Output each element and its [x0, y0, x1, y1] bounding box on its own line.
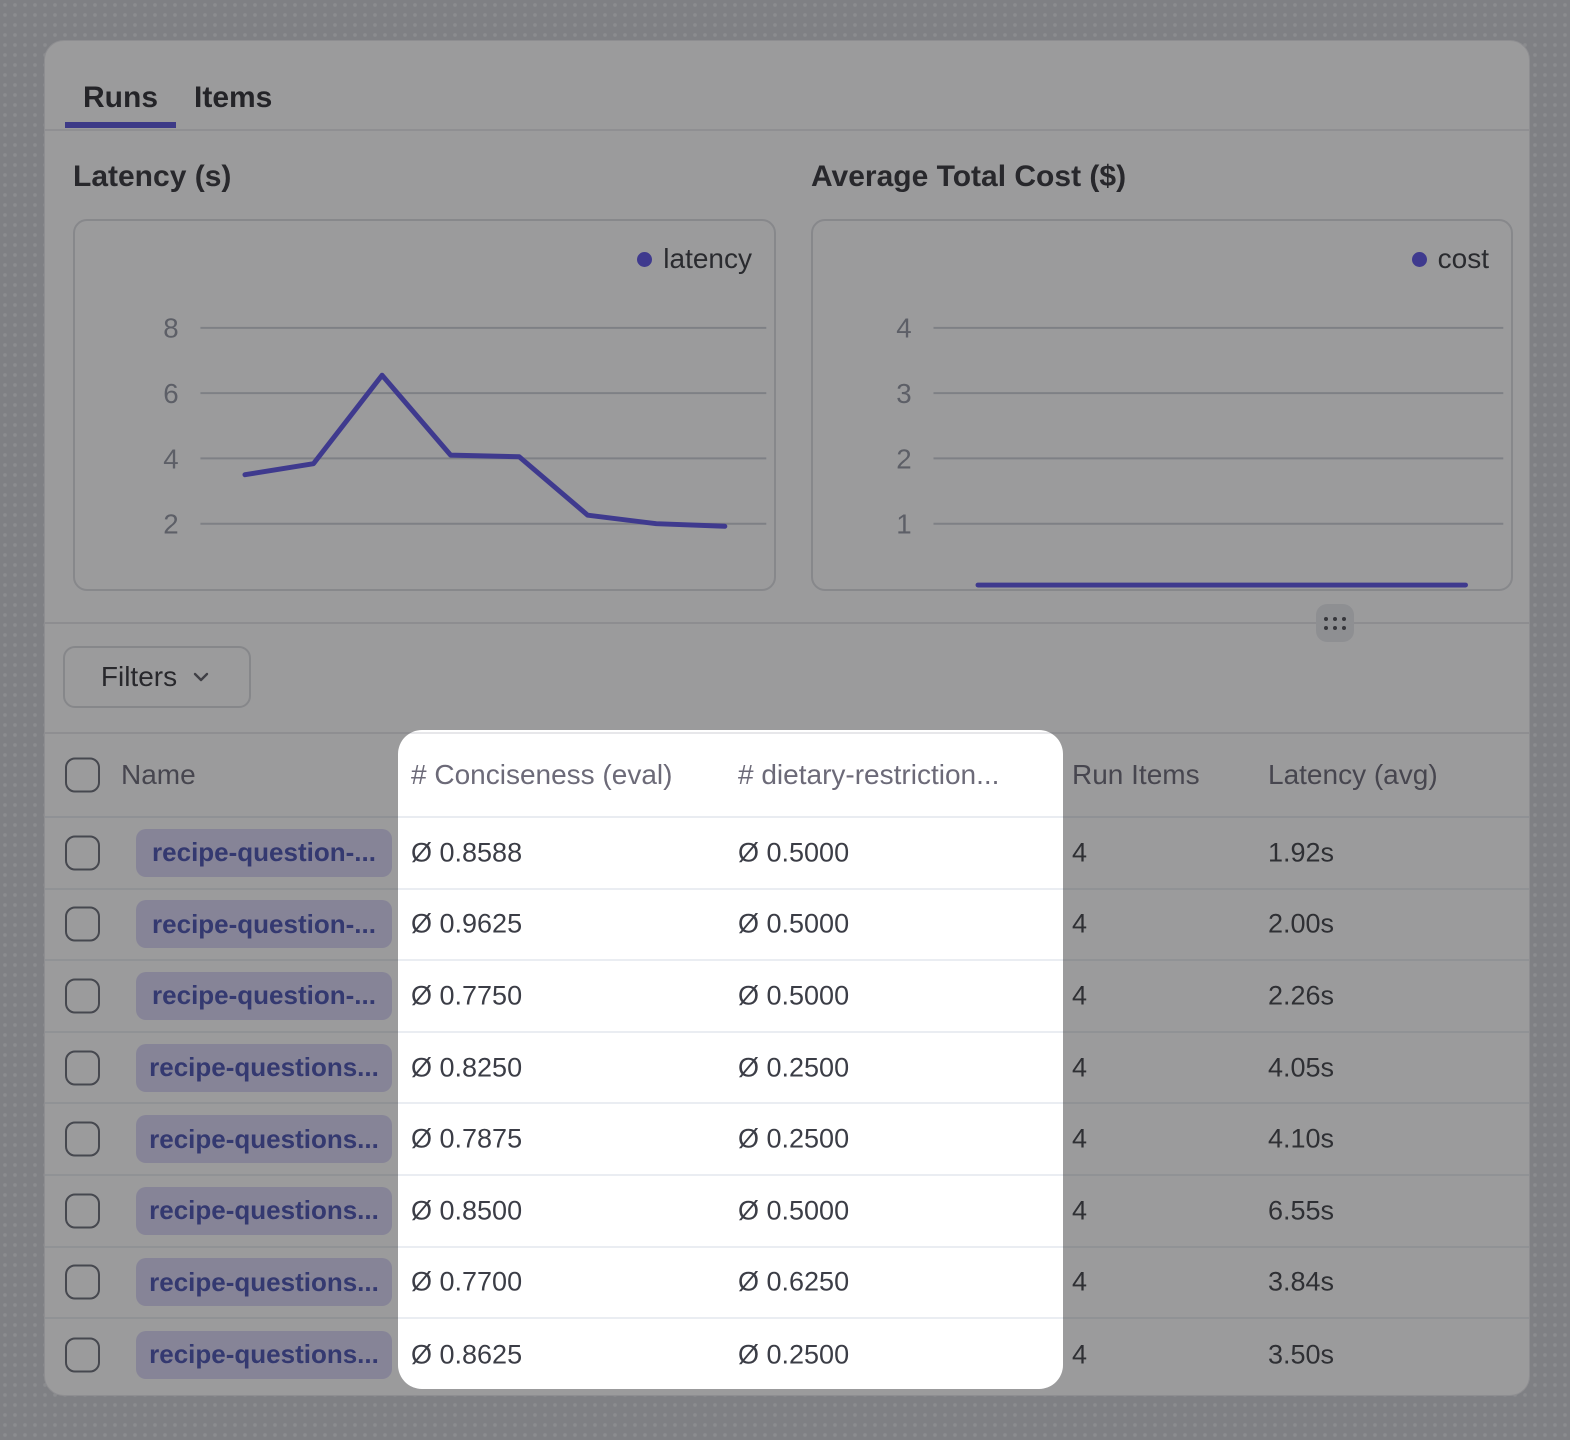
latency-chart: latency 8 6 4 2 — [73, 219, 776, 591]
row-checkbox[interactable] — [65, 1122, 100, 1157]
conciseness-score-cell: Ø 0.8625 — [411, 1339, 522, 1370]
latency-legend-label: latency — [663, 243, 752, 275]
row-checkbox[interactable] — [65, 1265, 100, 1300]
table-row[interactable]: recipe-questions... Ø 0.8250 Ø 0.2500 4 4.05… — [45, 1033, 1529, 1105]
dietary-restriction-score-cell: Ø 0.6250 — [738, 1267, 849, 1298]
column-header-name: Name — [121, 759, 196, 791]
runs-table: Name # Conciseness (eval) # dietary-rest… — [45, 732, 1529, 1395]
run-name-badge[interactable]: recipe-question-... — [136, 972, 392, 1020]
filters-button-label: Filters — [101, 661, 177, 693]
svg-text:2: 2 — [896, 443, 911, 474]
run-items-cell: 4 — [1072, 1052, 1087, 1083]
svg-text:8: 8 — [163, 313, 178, 344]
svg-text:6: 6 — [163, 378, 178, 409]
row-checkbox[interactable] — [65, 1193, 100, 1228]
conciseness-score-cell: Ø 0.8500 — [411, 1195, 522, 1226]
row-checkbox[interactable] — [65, 907, 100, 942]
dietary-restriction-score-cell: Ø 0.2500 — [738, 1052, 849, 1083]
table-row[interactable]: recipe-questions... Ø 0.7700 Ø 0.6250 4 3.84… — [45, 1248, 1529, 1320]
run-name-badge[interactable]: recipe-question-... — [136, 900, 392, 948]
run-items-cell: 4 — [1072, 980, 1087, 1011]
row-checkbox[interactable] — [65, 978, 100, 1013]
runs-panel: Runs Items Latency (s) Average Total Cos… — [44, 40, 1530, 1396]
latency-avg-cell: 6.55s — [1268, 1195, 1334, 1226]
table-row[interactable]: recipe-questions... Ø 0.8500 Ø 0.5000 4 6.55… — [45, 1176, 1529, 1248]
cost-chart-title: Average Total Cost ($) — [811, 160, 1126, 194]
dietary-restriction-score-cell: Ø 0.2500 — [738, 1339, 849, 1370]
charts-section-divider — [45, 622, 1529, 624]
cost-line-plot: 4 3 2 1 — [813, 221, 1511, 589]
latency-legend: latency — [637, 243, 752, 275]
row-checkbox[interactable] — [65, 1337, 100, 1372]
latency-avg-cell: 2.00s — [1268, 909, 1334, 940]
tabbar-divider — [45, 129, 1529, 131]
latency-legend-dot-icon — [637, 252, 652, 267]
latency-line-plot: 8 6 4 2 — [75, 221, 774, 589]
column-header-run-items: Run Items — [1072, 759, 1200, 791]
table-row[interactable]: recipe-question-... Ø 0.7750 Ø 0.5000 4 2.26… — [45, 961, 1529, 1033]
svg-text:3: 3 — [896, 378, 911, 409]
table-header-row: Name # Conciseness (eval) # dietary-rest… — [45, 734, 1529, 818]
dietary-restriction-score-cell: Ø 0.5000 — [738, 909, 849, 940]
row-checkbox[interactable] — [65, 835, 100, 870]
tab-runs[interactable]: Runs — [65, 67, 176, 128]
filters-button[interactable]: Filters — [63, 646, 251, 708]
conciseness-score-cell: Ø 0.8250 — [411, 1052, 522, 1083]
tab-runs-label: Runs — [83, 81, 158, 115]
run-name-badge[interactable]: recipe-question-... — [136, 829, 392, 877]
run-items-cell: 4 — [1072, 1339, 1087, 1370]
column-header-conciseness: # Conciseness (eval) — [411, 759, 672, 791]
table-row[interactable]: recipe-question-... Ø 0.9625 Ø 0.5000 4 2.00… — [45, 890, 1529, 962]
table-row[interactable]: recipe-question-... Ø 0.8588 Ø 0.5000 4 1.92… — [45, 818, 1529, 890]
table-row[interactable]: recipe-questions... Ø 0.7875 Ø 0.2500 4 4.10… — [45, 1104, 1529, 1176]
latency-avg-cell: 3.50s — [1268, 1339, 1334, 1370]
conciseness-score-cell: Ø 0.7750 — [411, 980, 522, 1011]
run-name-badge[interactable]: recipe-questions... — [136, 1187, 392, 1235]
latency-chart-title: Latency (s) — [73, 160, 231, 194]
cost-chart: cost 4 3 2 1 — [811, 219, 1513, 591]
dietary-restriction-score-cell: Ø 0.5000 — [738, 1195, 849, 1226]
svg-text:4: 4 — [163, 443, 178, 474]
cost-legend: cost — [1412, 243, 1489, 275]
latency-avg-cell: 1.92s — [1268, 837, 1334, 868]
latency-avg-cell: 4.10s — [1268, 1124, 1334, 1155]
dietary-restriction-score-cell: Ø 0.5000 — [738, 980, 849, 1011]
cost-legend-label: cost — [1438, 243, 1489, 275]
run-items-cell: 4 — [1072, 909, 1087, 940]
run-name-badge[interactable]: recipe-questions... — [136, 1258, 392, 1306]
grip-dots-icon — [1324, 617, 1346, 630]
cost-legend-dot-icon — [1412, 252, 1427, 267]
tab-items[interactable]: Items — [176, 67, 290, 128]
table-body: recipe-question-... Ø 0.8588 Ø 0.5000 4 1.92… — [45, 818, 1529, 1391]
conciseness-score-cell: Ø 0.7875 — [411, 1124, 522, 1155]
run-items-cell: 4 — [1072, 837, 1087, 868]
run-items-cell: 4 — [1072, 1124, 1087, 1155]
tab-items-label: Items — [194, 81, 272, 115]
run-items-cell: 4 — [1072, 1195, 1087, 1226]
row-checkbox[interactable] — [65, 1050, 100, 1085]
run-name-badge[interactable]: recipe-questions... — [136, 1115, 392, 1163]
svg-text:1: 1 — [896, 509, 911, 540]
latency-avg-cell: 3.84s — [1268, 1267, 1334, 1298]
latency-avg-cell: 4.05s — [1268, 1052, 1334, 1083]
conciseness-score-cell: Ø 0.9625 — [411, 909, 522, 940]
dietary-restriction-score-cell: Ø 0.2500 — [738, 1124, 849, 1155]
chevron-down-icon — [189, 665, 213, 689]
latency-avg-cell: 2.26s — [1268, 980, 1334, 1011]
dietary-restriction-score-cell: Ø 0.5000 — [738, 837, 849, 868]
run-name-badge[interactable]: recipe-questions... — [136, 1331, 392, 1379]
column-header-latency: Latency (avg) — [1268, 759, 1438, 791]
conciseness-score-cell: Ø 0.8588 — [411, 837, 522, 868]
resize-drag-handle[interactable] — [1316, 604, 1354, 642]
run-items-cell: 4 — [1072, 1267, 1087, 1298]
table-row[interactable]: recipe-questions... Ø 0.8625 Ø 0.2500 4 3.50… — [45, 1319, 1529, 1391]
conciseness-score-cell: Ø 0.7700 — [411, 1267, 522, 1298]
select-all-checkbox[interactable] — [65, 758, 100, 793]
run-name-badge[interactable]: recipe-questions... — [136, 1044, 392, 1092]
tab-bar: Runs Items — [65, 67, 290, 128]
column-header-dietary: # dietary-restriction... — [738, 759, 999, 791]
svg-text:2: 2 — [163, 509, 178, 540]
svg-text:4: 4 — [896, 313, 911, 344]
